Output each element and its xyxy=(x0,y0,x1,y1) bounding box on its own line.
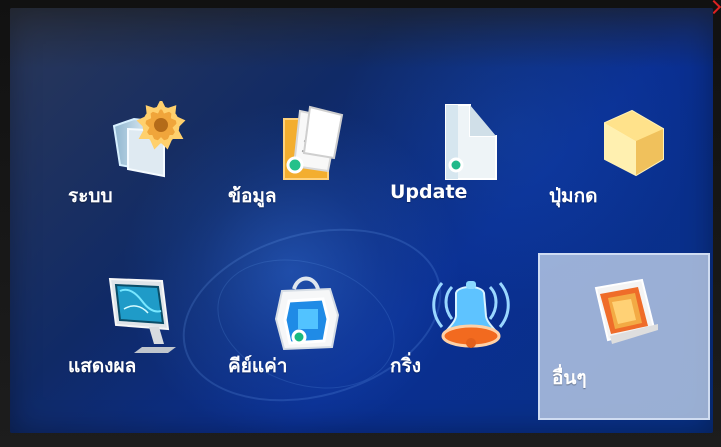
menu-label-update: Update xyxy=(390,181,468,203)
misc-app-icon xyxy=(594,278,658,344)
system-folder-gear-icon xyxy=(112,101,186,178)
menu-label-data: ข้อมูล xyxy=(228,185,277,207)
menu-label-display: แสดงผล xyxy=(68,355,137,377)
menu-label-others: อื่นๆ xyxy=(552,367,587,389)
menu-label-keypad: ปุ่มกด xyxy=(549,185,598,207)
menu-label-bell: กริ่ง xyxy=(390,355,421,377)
menu-item-keypad[interactable]: ปุ่มกด xyxy=(545,83,705,243)
menu-item-others[interactable]: อื่นๆ xyxy=(538,253,710,420)
update-document-icon xyxy=(445,104,497,180)
main-menu-grid: ระบบ ข้อมูล Update ปุ่มกด แสดงผล คีย์แค่… xyxy=(10,8,713,433)
tool-bag-icon xyxy=(274,276,340,351)
data-folder-documents-icon xyxy=(283,105,344,180)
menu-screen: ระบบ ข้อมูล Update ปุ่มกด แสดงผล คีย์แค่… xyxy=(10,8,713,433)
menu-item-settings[interactable]: คีย์แค่า xyxy=(224,253,384,413)
menu-label-settings: คีย์แค่า xyxy=(228,355,288,377)
device-frame: ระบบ ข้อมูล Update ปุ่มกด แสดงผล คีย์แค่… xyxy=(0,0,721,447)
menu-label-system: ระบบ xyxy=(68,185,113,207)
menu-item-system[interactable]: ระบบ xyxy=(64,83,224,243)
menu-item-display[interactable]: แสดงผล xyxy=(64,253,224,413)
menu-item-bell[interactable]: กริ่ง xyxy=(386,253,546,413)
display-monitor-icon xyxy=(108,277,176,353)
bell-icon xyxy=(432,281,510,348)
menu-item-data[interactable]: ข้อมูล xyxy=(224,83,384,243)
menu-item-update[interactable]: Update xyxy=(386,83,546,243)
keypad-folder-icon xyxy=(604,109,664,177)
